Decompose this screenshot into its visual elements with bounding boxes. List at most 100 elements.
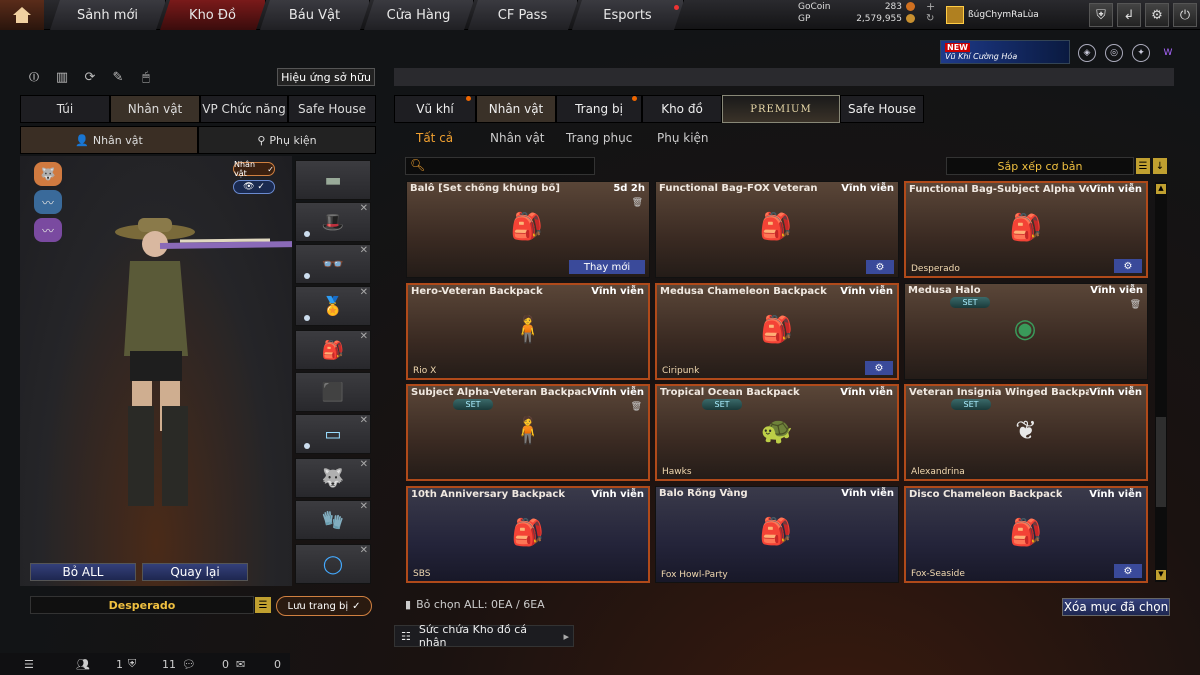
item-card[interactable]: Functional Bag-FOX Veteran Vĩnh viễn 🎒 ⚙ [655, 181, 899, 278]
rotate-icon[interactable]: ⟳ [80, 68, 100, 86]
storage-capacity-button[interactable]: ☷ Sức chứa Kho đồ cá nhân ▸ [394, 623, 574, 649]
pose-icon[interactable]: ✎ [108, 68, 128, 86]
settings-gear-icon[interactable]: ⚙ [866, 260, 894, 274]
nav-tab-treasure[interactable]: Báu Vật [260, 0, 370, 30]
item-card[interactable]: Hero-Veteran Backpack Vĩnh viễn 🧍 Rio X [406, 283, 650, 380]
exit-room-icon[interactable]: ↲ [1117, 3, 1141, 27]
mouse-icon[interactable]: 🖱 [136, 68, 156, 86]
sort-down-icon[interactable]: ↓ [1153, 158, 1167, 174]
stats-icon[interactable]: ▥ [52, 68, 72, 86]
visibility-toggle[interactable]: 👁 ✓ [233, 180, 275, 194]
renew-button[interactable]: Thay mới [569, 260, 645, 274]
filter-accessories[interactable]: Phụ kiện [657, 129, 709, 147]
ownership-effect-button[interactable]: Hiệu ứng sở hữu [277, 68, 375, 86]
event-icon-4[interactable]: W [1159, 44, 1177, 62]
skill-wings-purple-icon[interactable]: 〰 [34, 218, 62, 242]
subtab-character[interactable]: 👤 Nhân vật [20, 126, 198, 154]
subtab-accessories[interactable]: ⚲ Phụ kiện [198, 126, 376, 154]
scroll-thumb[interactable] [1156, 417, 1166, 507]
player-info[interactable]: ßúgChymRaLùa [946, 4, 1039, 26]
friends-icon[interactable]: 👥︎ [76, 658, 90, 671]
promo-banner[interactable]: NEW Vũ Khí Cường Hóa [940, 40, 1070, 64]
search-input[interactable]: 🔍︎ [405, 157, 595, 175]
tab-bag[interactable]: Túi [20, 95, 110, 123]
event-icon-2[interactable]: ◎ [1105, 44, 1123, 62]
character-preview[interactable] [20, 156, 301, 586]
tab-equipment[interactable]: Trang bị [556, 95, 642, 123]
nav-tab-lobby[interactable]: Sảnh mới [50, 0, 166, 30]
tab-weapons[interactable]: Vũ khí [394, 95, 476, 123]
event-icon-3[interactable]: ✦ [1132, 44, 1150, 62]
slot-weapon[interactable]: ▬ [295, 160, 371, 200]
event-icon-1[interactable]: ◈ [1078, 44, 1096, 62]
remove-icon[interactable]: ✕ [360, 331, 368, 342]
item-card[interactable]: Subject Alpha-Veteran Backpack Vĩnh viễn… [406, 384, 650, 481]
tab-character-items[interactable]: Nhân vật [476, 95, 556, 123]
remove-icon[interactable]: ✕ [360, 245, 368, 256]
slot-empty[interactable]: ⬛ [295, 372, 371, 412]
tab-storage[interactable]: Kho đồ [642, 95, 722, 123]
skill-wolf-icon[interactable]: 🐺 [34, 162, 62, 186]
remove-icon[interactable]: ✕ [360, 415, 368, 426]
remove-icon[interactable]: ✕ [360, 501, 368, 512]
tab-vp-function[interactable]: VP Chức năng [200, 95, 288, 123]
chat-icon[interactable]: 💬︎ [182, 658, 196, 671]
trash-icon[interactable]: 🗑 [1130, 300, 1141, 310]
tab-premium[interactable]: PREMIUM [722, 95, 840, 123]
back-button[interactable]: Quay lại [142, 563, 248, 581]
preset-menu-icon[interactable]: ☰ [255, 597, 271, 613]
settings-gear-icon[interactable]: ⚙ [1114, 259, 1142, 273]
slot-pet[interactable]: 🐺 ✕ [295, 458, 371, 498]
nav-tab-inventory[interactable]: Kho Đồ [160, 0, 266, 30]
mail-icon[interactable]: ✉ [236, 658, 245, 671]
tab-character[interactable]: Nhân vật [110, 95, 200, 123]
menu-list-icon[interactable]: ☰ [24, 658, 34, 671]
slot-armband[interactable]: ▭ ✕ [295, 414, 371, 454]
slot-ring[interactable]: ◯ ✕ [295, 544, 371, 584]
remove-icon[interactable]: ✕ [360, 545, 368, 556]
nav-tab-shop[interactable]: Cửa Hàng [364, 0, 474, 30]
scroll-up-icon[interactable]: ▲ [1156, 184, 1166, 194]
item-card[interactable]: Balô [Set chống khủng bố] 5d 2h 🗑 🎒 Thay… [406, 181, 650, 278]
trash-icon[interactable]: 🗑 [632, 198, 643, 208]
nav-tab-cfpass[interactable]: CF Pass [468, 0, 578, 30]
trash-icon[interactable]: 🗑 [631, 402, 642, 412]
clan-icon[interactable]: ⛨ [128, 657, 136, 671]
slot-hat[interactable]: 🎩 ✕ [295, 202, 371, 242]
tab-safe-house-right[interactable]: Safe House [840, 95, 924, 123]
slot-medal[interactable]: 🏅 ✕ [295, 286, 371, 326]
remove-icon[interactable]: ✕ [360, 287, 368, 298]
skill-wings-icon[interactable]: 〰 [34, 190, 62, 214]
save-loadout-button[interactable]: Lưu trang bị ✓ [276, 596, 372, 616]
filter-character[interactable]: Nhân vật [490, 129, 545, 147]
shield-icon[interactable]: ⛨ [1089, 3, 1113, 27]
item-card[interactable]: Veteran Insignia Winged Backpack Vĩnh vi… [904, 384, 1148, 481]
sort-dropdown[interactable]: Sắp xếp cơ bản [946, 157, 1134, 175]
home-button[interactable] [0, 0, 44, 30]
add-gocoin-icon[interactable]: + [926, 0, 935, 13]
remove-all-button[interactable]: Bỏ ALL [30, 563, 136, 581]
list-view-icon[interactable]: ☰ [1136, 158, 1150, 174]
item-card[interactable]: Balo Rồng Vàng Vĩnh viễn 🎒 Fox Howl-Part… [655, 486, 899, 583]
item-card[interactable]: 10th Anniversary Backpack Vĩnh viễn 🎒 SB… [406, 486, 650, 583]
slot-backpack[interactable]: 🎒 ✕ [295, 330, 371, 370]
filter-outfit[interactable]: Trang phục [566, 129, 632, 147]
scrollbar[interactable]: ▲ ▼ [1155, 182, 1167, 582]
nav-tab-esports[interactable]: Esports [572, 0, 684, 30]
settings-gear-icon[interactable]: ⚙ [865, 361, 893, 375]
slot-gloves[interactable]: 🧤 ✕ [295, 500, 371, 540]
scroll-down-icon[interactable]: ▼ [1156, 570, 1166, 580]
settings-gear-icon[interactable]: ⚙ [1145, 3, 1169, 27]
item-card[interactable]: Medusa Chameleon Backpack Vĩnh viễn 🎒 Ci… [655, 283, 899, 380]
slot-glasses[interactable]: 👓 ✕ [295, 244, 371, 284]
remove-icon[interactable]: ✕ [360, 203, 368, 214]
item-card[interactable]: Medusa Halo Vĩnh viễn SET 🗑 ◉ [904, 283, 1148, 380]
remove-icon[interactable]: ✕ [360, 459, 368, 470]
item-card[interactable]: Functional Bag-Subject Alpha Veteran Vĩn… [904, 181, 1148, 278]
refresh-icon[interactable]: ↻ [926, 13, 934, 24]
character-badge[interactable]: Nhân vật ✓ [233, 160, 275, 178]
clear-selected-button[interactable]: Xóa mục đã chọn [1062, 598, 1170, 616]
preset-name-field[interactable]: Desperado [30, 596, 254, 614]
item-card[interactable]: Tropical Ocean Backpack Vĩnh viễn SET 🐢 … [655, 384, 899, 481]
power-icon[interactable]: ⏻ [1173, 3, 1197, 27]
